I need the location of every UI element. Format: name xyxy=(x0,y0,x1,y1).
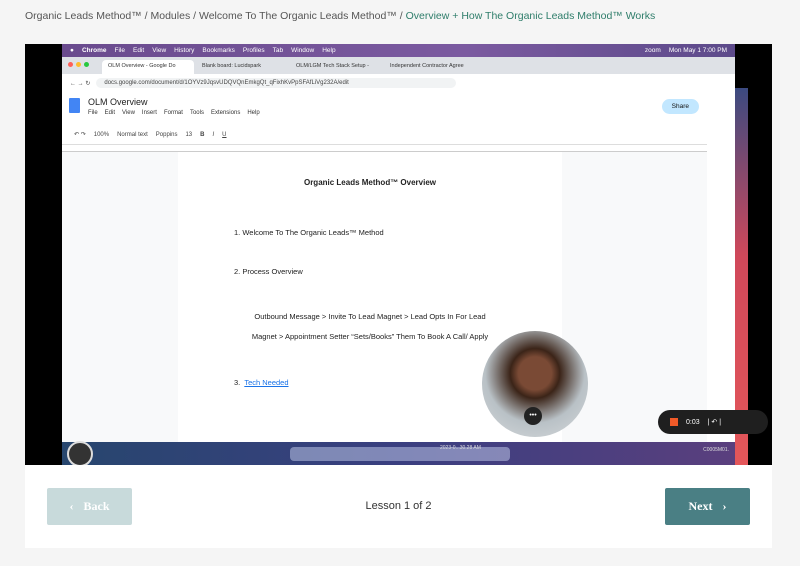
next-label: Next xyxy=(688,499,713,513)
menu-item: View xyxy=(122,110,135,116)
docs-header: OLM Overview File Edit View Insert Forma… xyxy=(62,92,735,125)
mac-dock: 2023-0...30.28 AM C0005M01. xyxy=(62,442,735,465)
menu-item: File xyxy=(114,47,125,54)
recorder-controls: 0:03 | ↶ | xyxy=(658,410,768,434)
window-controls xyxy=(68,62,89,67)
doc-canvas: Organic Leads Method™ Overview 1. Welcom… xyxy=(62,152,707,442)
breadcrumb: Organic Leads Method™ / Modules / Welcom… xyxy=(25,10,656,22)
apple-icon: ● xyxy=(70,47,74,54)
list-item: 3. Tech Needed xyxy=(234,378,289,387)
menu-item: Insert xyxy=(141,110,157,116)
menu-item: Help xyxy=(322,47,336,54)
docs-toolbar: ↶ ↷ 100% Normal text Poppins 13 BIU xyxy=(62,125,735,145)
font-select: Poppins xyxy=(155,131,178,138)
doc-title: OLM Overview xyxy=(88,97,148,107)
tab: Blank board: Lucidspark xyxy=(202,63,262,69)
tab: Independent Contractor Agree xyxy=(390,63,464,69)
process-text: Outbound Message > Invite To Lead Magnet… xyxy=(254,312,486,321)
menu-item: Format xyxy=(163,110,183,116)
breadcrumb-link[interactable]: Organic Leads Method™ xyxy=(25,10,142,22)
browser-tabs: OLM Overview - Google Do Blank board: Lu… xyxy=(62,57,735,74)
menu-item: Extensions xyxy=(210,110,241,116)
menu-item: Tools xyxy=(189,110,204,116)
back-arrow-icon: ← → ↻ xyxy=(70,80,91,87)
clock: Mon May 1 7:00 PM xyxy=(668,47,727,54)
list-item: 2. Process Overview xyxy=(234,267,303,276)
doc-menu: File Edit View Insert Format Tools Exten… xyxy=(88,110,260,116)
breadcrumb-link[interactable]: Modules xyxy=(151,10,191,22)
lesson-counter: Lesson 1 of 2 xyxy=(365,500,432,512)
screen-recording: ● Chrome File Edit View History Bookmark… xyxy=(62,44,735,465)
tab: OLM Overview - Google Do xyxy=(102,60,194,74)
webcam-bubble: ••• xyxy=(482,331,588,437)
menu-item: View xyxy=(152,47,167,54)
underline-icon: U xyxy=(222,131,227,138)
menu-item: Profiles xyxy=(242,47,265,54)
stop-icon xyxy=(670,418,678,426)
ruler xyxy=(62,145,735,152)
desktop-strip xyxy=(735,88,748,465)
menu-item: Edit xyxy=(104,110,116,116)
undo-icon: | ↶ | xyxy=(707,419,722,426)
video-player[interactable]: ● Chrome File Edit View History Bookmark… xyxy=(25,44,772,465)
menu-item: Chrome xyxy=(81,47,107,54)
bold-icon: B xyxy=(200,131,205,138)
italic-icon: I xyxy=(212,131,215,138)
menu-item: Bookmarks xyxy=(202,47,235,54)
url: docs.google.com/document/d/1OYVz9JqsvUDQ… xyxy=(96,78,457,88)
breadcrumb-link[interactable]: Welcome To The Organic Leads Method™ xyxy=(199,10,397,22)
undo-icon: ↶ ↷ xyxy=(74,132,86,138)
menu-item: File xyxy=(88,110,98,116)
tab: OLM/LGM Tech Stack Setup - xyxy=(296,63,369,69)
obs-icon xyxy=(67,441,93,465)
file-name: C0005M01. xyxy=(703,447,729,453)
docs-side-panel xyxy=(707,118,735,442)
share-button: Share xyxy=(661,99,699,114)
mac-menubar: ● Chrome File Edit View History Bookmark… xyxy=(62,44,735,57)
lesson-nav: ‹ Back Lesson 1 of 2 Next › xyxy=(25,465,772,548)
menu-item: History xyxy=(174,47,195,54)
menu-item: Help xyxy=(247,110,260,116)
chevron-right-icon: › xyxy=(722,499,727,513)
menu-item: Edit xyxy=(132,47,145,54)
more-icon: ••• xyxy=(524,407,542,425)
menu-item: Tab xyxy=(272,47,284,54)
recording-time: 0:03 xyxy=(686,418,700,426)
zoom-level: 100% xyxy=(93,131,110,138)
menu-item: Window xyxy=(291,47,315,54)
zoom-status: zoom xyxy=(644,47,661,54)
docs-icon xyxy=(69,98,80,113)
list-item: 1. Welcome To The Organic Leads™ Method xyxy=(234,228,384,237)
doc-heading: Organic Leads Method™ Overview xyxy=(303,178,437,187)
style-select: Normal text xyxy=(117,131,148,138)
font-size: 13 xyxy=(185,131,193,138)
list-number: 3. xyxy=(234,378,241,387)
breadcrumb-current: Overview + How The Organic Leads Method™… xyxy=(405,10,656,22)
file-timestamp: 2023-0...30.28 AM xyxy=(440,445,481,451)
tech-link: Tech Needed xyxy=(244,378,289,387)
next-button[interactable]: Next › xyxy=(665,488,750,525)
address-bar: ← → ↻ docs.google.com/document/d/1OYVz9J… xyxy=(62,74,735,92)
